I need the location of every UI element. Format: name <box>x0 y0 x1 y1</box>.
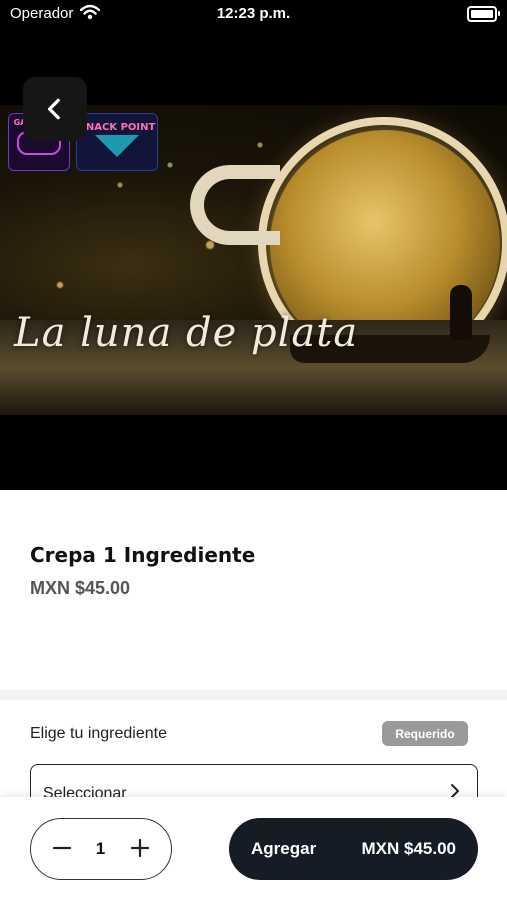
add-button-label: Agregar <box>251 839 317 858</box>
add-button-price: MXN $45.00 <box>361 839 457 858</box>
hero-art-title: La luna de plata <box>14 310 359 356</box>
option-group: Elige tu ingrediente Requerido Seleccion… <box>0 700 507 820</box>
snack-point-logo-text: SNACK POINT <box>78 122 156 133</box>
battery-icon <box>467 6 500 22</box>
add-to-cart-button[interactable]: Agregar MXN $45.00 <box>229 818 478 880</box>
required-badge: Requerido <box>382 721 468 746</box>
product-image: La luna de plata GAME TIME SNACK POINT <box>0 105 507 415</box>
chevron-left-icon <box>47 98 60 120</box>
bottom-bar: 1 Agregar MXN $45.00 <box>0 797 507 900</box>
product-name: Crepa 1 Ingrediente <box>30 543 256 567</box>
triangle-icon <box>95 135 139 157</box>
product-price: MXN $45.00 <box>30 578 131 598</box>
product-info: Crepa 1 Ingrediente MXN $45.00 <box>0 490 507 690</box>
product-hero: La luna de plata GAME TIME SNACK POINT <box>0 30 507 490</box>
option-group-label: Elige tu ingrediente <box>30 725 167 742</box>
clock: 12:23 p.m. <box>216 5 291 22</box>
quantity-stepper: 1 <box>30 818 172 880</box>
status-bar: Operador 12:23 p.m. <box>0 0 507 30</box>
section-divider <box>0 690 507 700</box>
cup-handle-graphic <box>190 165 280 245</box>
plus-icon[interactable] <box>127 835 153 861</box>
figure-graphic <box>450 285 472 340</box>
back-button[interactable] <box>23 77 87 141</box>
snack-point-logo: SNACK POINT <box>76 113 158 171</box>
